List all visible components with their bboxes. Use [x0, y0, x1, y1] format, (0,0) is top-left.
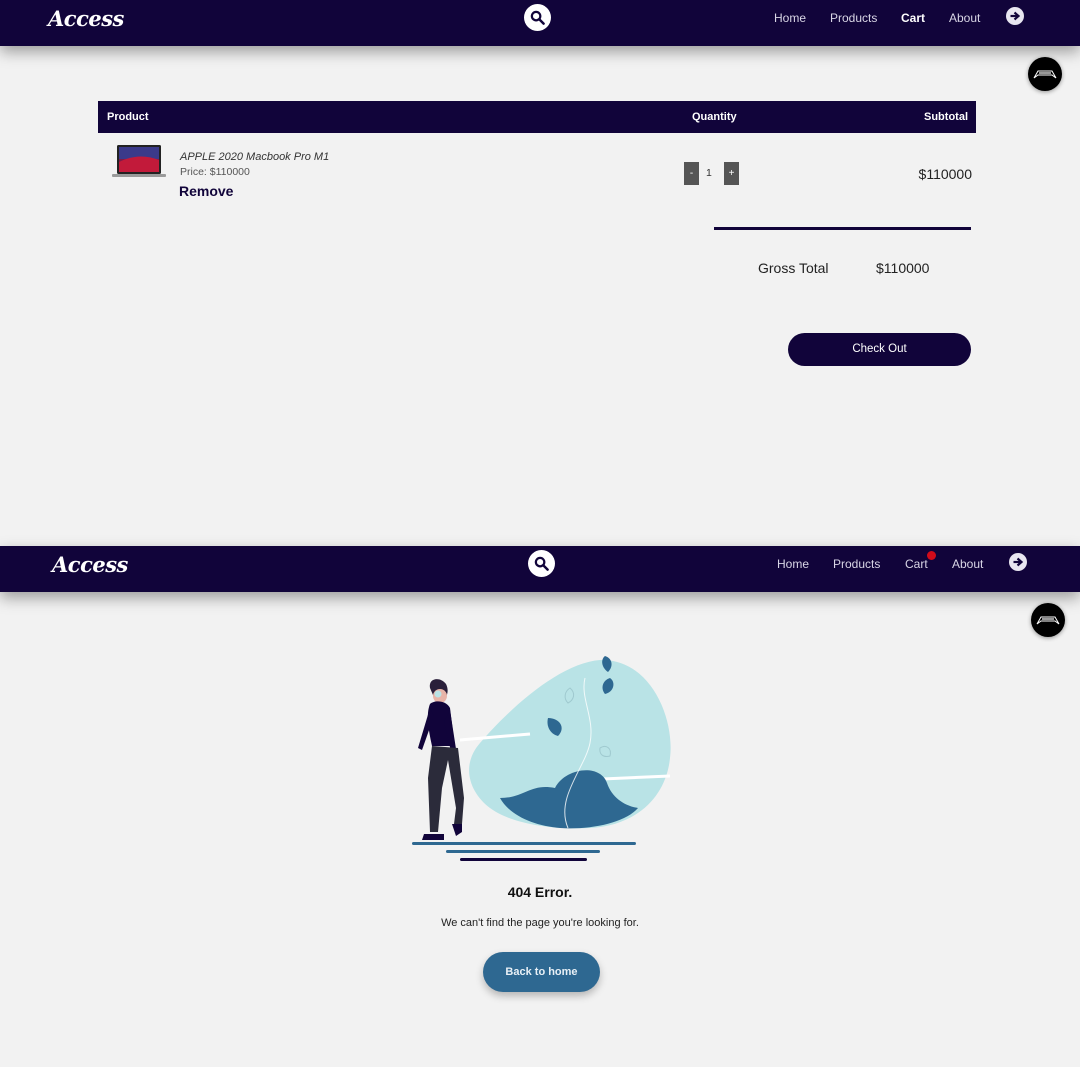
- error-message: We can't find the page you're looking fo…: [441, 917, 639, 929]
- nav-about[interactable]: About: [949, 11, 980, 25]
- nav-about-2[interactable]: About: [952, 557, 983, 571]
- search-icon: [534, 556, 549, 571]
- checkout-button[interactable]: Check Out: [788, 333, 971, 366]
- gross-total-label: Gross Total: [758, 260, 829, 276]
- search-icon: [530, 10, 545, 25]
- logout-button-2[interactable]: [1009, 553, 1027, 571]
- top-navbar: Access Home Products Cart About: [0, 0, 1080, 46]
- cart-table-header: Product Quantity Subtotal: [98, 101, 976, 133]
- second-navbar: Access Home Products Cart About: [0, 546, 1080, 592]
- nav-cart-2[interactable]: Cart: [905, 557, 928, 571]
- 404-illustration: [412, 656, 671, 861]
- brand-logo-2[interactable]: Access: [52, 552, 128, 577]
- nav-cart[interactable]: Cart: [901, 11, 925, 25]
- search-button-2[interactable]: [528, 550, 555, 577]
- avatar-logo-icon: [1033, 70, 1057, 79]
- remove-item-button[interactable]: Remove: [179, 183, 233, 199]
- header-quantity: Quantity: [692, 111, 737, 123]
- row-subtotal: $110000: [918, 166, 972, 182]
- quantity-decrement-button[interactable]: -: [684, 162, 699, 185]
- avatar-logo-icon: [1036, 616, 1060, 625]
- product-thumbnail: [112, 145, 166, 177]
- total-divider: [714, 227, 971, 230]
- quantity-value: 1: [706, 167, 712, 179]
- quantity-increment-button[interactable]: +: [724, 162, 739, 185]
- cart-badge-dot: [927, 551, 936, 560]
- logout-button[interactable]: [1006, 7, 1024, 25]
- nav-products-2[interactable]: Products: [833, 557, 880, 571]
- error-title: 404 Error.: [507, 884, 573, 900]
- arrow-right-circle-icon: [1013, 557, 1024, 567]
- brand-logo[interactable]: Access: [48, 6, 124, 31]
- gross-total-value: $110000: [876, 260, 930, 276]
- nav-home[interactable]: Home: [774, 11, 806, 25]
- back-to-home-button[interactable]: Back to home: [483, 952, 600, 992]
- user-avatar[interactable]: [1028, 57, 1062, 91]
- search-button[interactable]: [524, 4, 551, 31]
- header-subtotal: Subtotal: [924, 111, 968, 123]
- product-price: Price: $110000: [180, 166, 250, 178]
- product-name[interactable]: APPLE 2020 Macbook Pro M1: [180, 151, 329, 163]
- nav-home-2[interactable]: Home: [777, 557, 809, 571]
- nav-products[interactable]: Products: [830, 11, 877, 25]
- arrow-right-circle-icon: [1010, 11, 1021, 21]
- user-avatar-2[interactable]: [1031, 603, 1065, 637]
- header-product: Product: [107, 111, 149, 123]
